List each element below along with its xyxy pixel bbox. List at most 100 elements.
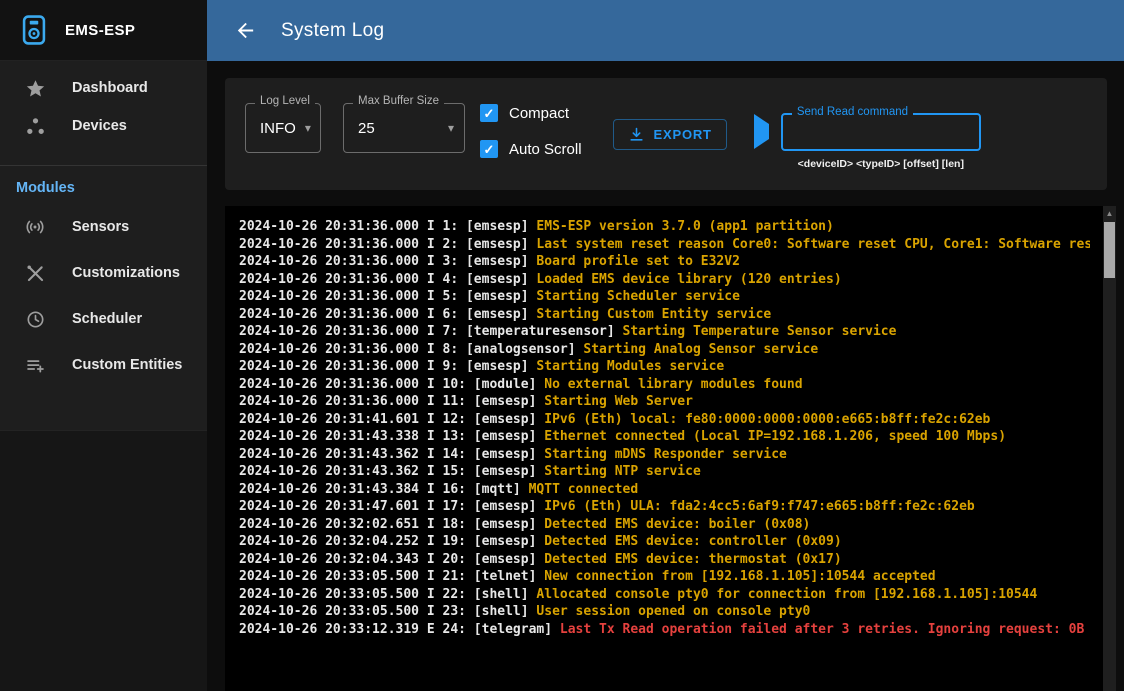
log-line-prefix: 2024-10-26 20:31:36.000 I 3: [emsesp] <box>239 254 536 269</box>
main-area: System Log Log Level INFO ▾ Max Buffer S… <box>207 0 1124 691</box>
log-line-prefix: 2024-10-26 20:31:36.000 I 5: [emsesp] <box>239 289 536 304</box>
log-line-message: EMS-ESP version 3.7.0 (app1 partition) <box>536 219 833 234</box>
sidebar-item-custom-entities[interactable]: Custom Entities <box>0 342 207 388</box>
send-read-command-input[interactable] <box>783 115 979 149</box>
log-line: 2024-10-26 20:31:36.000 I 5: [emsesp] St… <box>239 288 1090 306</box>
checkbox-group: ✓ Compact ✓ Auto Scroll <box>480 104 582 158</box>
sidebar-item-dashboard[interactable]: Dashboard <box>0 69 207 107</box>
log-line-message: Loaded EMS device library (120 entries) <box>536 272 841 287</box>
sensors-icon <box>23 215 47 239</box>
log-line-message: Ethernet connected (Local IP=192.168.1.2… <box>544 429 1006 444</box>
sidebar-item-sensors[interactable]: Sensors <box>0 204 207 250</box>
compact-checkbox-label: Compact <box>509 105 569 122</box>
send-read-group: Send Read command <deviceID> <typeID> [o… <box>781 113 981 170</box>
app-root: EMS-ESP Dashboard Devices Modules <box>0 0 1124 691</box>
sidebar-item-scheduler[interactable]: Scheduler <box>0 296 207 342</box>
sidebar-filler <box>0 430 207 691</box>
log-line-prefix: 2024-10-26 20:31:36.000 I 10: [module] <box>239 377 544 392</box>
checkbox-checked-icon: ✓ <box>480 140 498 158</box>
sidebar-item-customizations[interactable]: Customizations <box>0 250 207 296</box>
sidebar-item-label: Scheduler <box>72 311 142 327</box>
chevron-down-icon: ▾ <box>296 121 311 135</box>
log-line-message: No external library modules found <box>544 377 802 392</box>
log-line: 2024-10-26 20:33:05.500 I 21: [telnet] N… <box>239 568 1090 586</box>
log-line: 2024-10-26 20:31:36.000 I 2: [emsesp] La… <box>239 236 1090 254</box>
log-line: 2024-10-26 20:31:36.000 I 9: [emsesp] St… <box>239 358 1090 376</box>
log-line-prefix: 2024-10-26 20:31:36.000 I 9: [emsesp] <box>239 359 536 374</box>
log-line: 2024-10-26 20:31:36.000 I 3: [emsesp] Bo… <box>239 253 1090 271</box>
scrollbar-thumb[interactable] <box>1104 222 1115 278</box>
log-line: 2024-10-26 20:33:12.319 E 24: [telegram]… <box>239 621 1090 639</box>
log-line-message: Board profile set to E32V2 <box>536 254 740 269</box>
send-read-label: Send Read command <box>792 106 913 118</box>
log-line-message: Starting Web Server <box>544 394 693 409</box>
tools-icon <box>23 261 47 285</box>
log-line-message: IPv6 (Eth) ULA: fda2:4cc5:6af9:f747:e665… <box>544 499 974 514</box>
log-line-prefix: 2024-10-26 20:32:04.343 I 20: [emsesp] <box>239 552 544 567</box>
log-line: 2024-10-26 20:31:36.000 I 11: [emsesp] S… <box>239 393 1090 411</box>
modules-section-header: Modules <box>0 180 207 204</box>
page-title: System Log <box>281 20 384 42</box>
sidebar-item-label: Sensors <box>72 219 129 235</box>
log-line-prefix: 2024-10-26 20:31:36.000 I 8: [analogsens… <box>239 342 583 357</box>
sidebar-header: EMS-ESP <box>0 0 207 61</box>
log-line: 2024-10-26 20:31:36.000 I 8: [analogsens… <box>239 341 1090 359</box>
max-buffer-size-value: 25 <box>358 120 375 137</box>
content: Log Level INFO ▾ Max Buffer Size 25 ▾ ✓ … <box>207 61 1124 691</box>
send-read-helper-text: <deviceID> <typeID> [offset] [len] <box>781 158 981 170</box>
log-line: 2024-10-26 20:31:36.000 I 4: [emsesp] Lo… <box>239 271 1090 289</box>
log-line-prefix: 2024-10-26 20:31:36.000 I 1: [emsesp] <box>239 219 536 234</box>
log-line-message: Last system reset reason Core0: Software… <box>536 237 1090 252</box>
log-line-prefix: 2024-10-26 20:31:43.338 I 13: [emsesp] <box>239 429 544 444</box>
log-line-message: Detected EMS device: thermostat (0x17) <box>544 552 841 567</box>
log-line-prefix: 2024-10-26 20:31:43.362 I 15: [emsesp] <box>239 464 544 479</box>
log-line: 2024-10-26 20:31:47.601 I 17: [emsesp] I… <box>239 498 1090 516</box>
log-line-prefix: 2024-10-26 20:31:36.000 I 11: [emsesp] <box>239 394 544 409</box>
log-line: 2024-10-26 20:31:36.000 I 6: [emsesp] St… <box>239 306 1090 324</box>
log-line-message: Starting Modules service <box>536 359 724 374</box>
send-read-field: Send Read command <box>781 113 981 151</box>
log-line-prefix: 2024-10-26 20:31:36.000 I 2: [emsesp] <box>239 237 536 252</box>
play-button[interactable] <box>754 124 769 139</box>
back-button[interactable] <box>232 18 258 44</box>
log-line: 2024-10-26 20:31:43.362 I 14: [emsesp] S… <box>239 446 1090 464</box>
log-console[interactable]: 2024-10-26 20:31:36.000 I 1: [emsesp] EM… <box>225 206 1116 691</box>
playlist-add-icon <box>23 353 47 377</box>
log-line-message: Starting NTP service <box>544 464 701 479</box>
log-line: 2024-10-26 20:31:43.362 I 15: [emsesp] S… <box>239 463 1090 481</box>
compact-checkbox[interactable]: ✓ Compact <box>480 104 582 122</box>
log-line-prefix: 2024-10-26 20:32:04.252 I 19: [emsesp] <box>239 534 544 549</box>
ems-esp-logo-icon <box>17 13 51 47</box>
log-line-message: IPv6 (Eth) local: fe80:0000:0000:0000:e6… <box>544 412 990 427</box>
download-icon <box>628 126 645 143</box>
log-line-prefix: 2024-10-26 20:31:43.362 I 14: [emsesp] <box>239 447 544 462</box>
log-line-message: Detected EMS device: boiler (0x08) <box>544 517 810 532</box>
log-level-select[interactable]: Log Level INFO ▾ <box>245 103 321 153</box>
max-buffer-size-select[interactable]: Max Buffer Size 25 ▾ <box>343 103 465 153</box>
arrow-left-icon <box>234 19 257 42</box>
log-line-message: Starting Scheduler service <box>536 289 740 304</box>
scrollbar-up-icon[interactable]: ▲ <box>1103 206 1116 221</box>
max-buffer-size-label: Max Buffer Size <box>353 95 444 107</box>
auto-scroll-checkbox[interactable]: ✓ Auto Scroll <box>480 140 582 158</box>
log-lines: 2024-10-26 20:31:36.000 I 1: [emsesp] EM… <box>239 218 1090 638</box>
sidebar-item-devices[interactable]: Devices <box>0 107 207 145</box>
log-line-message: Last Tx Read operation failed after 3 re… <box>560 622 1090 637</box>
log-level-label: Log Level <box>255 95 315 107</box>
log-line-message: Starting Temperature Sensor service <box>623 324 897 339</box>
log-line-message: Allocated console pty0 for connection fr… <box>536 587 1037 602</box>
sidebar-item-label: Devices <box>72 118 127 134</box>
log-line-message: Detected EMS device: controller (0x09) <box>544 534 841 549</box>
log-line-message: Starting mDNS Responder service <box>544 447 787 462</box>
log-controls-card: Log Level INFO ▾ Max Buffer Size 25 ▾ ✓ … <box>225 78 1107 190</box>
app-title: EMS-ESP <box>65 22 135 39</box>
log-line-prefix: 2024-10-26 20:31:36.000 I 7: [temperatur… <box>239 324 623 339</box>
devices-icon <box>23 114 47 138</box>
log-line-prefix: 2024-10-26 20:31:41.601 I 12: [emsesp] <box>239 412 544 427</box>
log-line-prefix: 2024-10-26 20:31:47.601 I 17: [emsesp] <box>239 499 544 514</box>
export-button[interactable]: EXPORT <box>613 119 727 150</box>
log-line: 2024-10-26 20:31:41.601 I 12: [emsesp] I… <box>239 411 1090 429</box>
log-line: 2024-10-26 20:31:36.000 I 10: [module] N… <box>239 376 1090 394</box>
auto-scroll-checkbox-label: Auto Scroll <box>509 141 582 158</box>
chevron-down-icon: ▾ <box>439 121 454 135</box>
